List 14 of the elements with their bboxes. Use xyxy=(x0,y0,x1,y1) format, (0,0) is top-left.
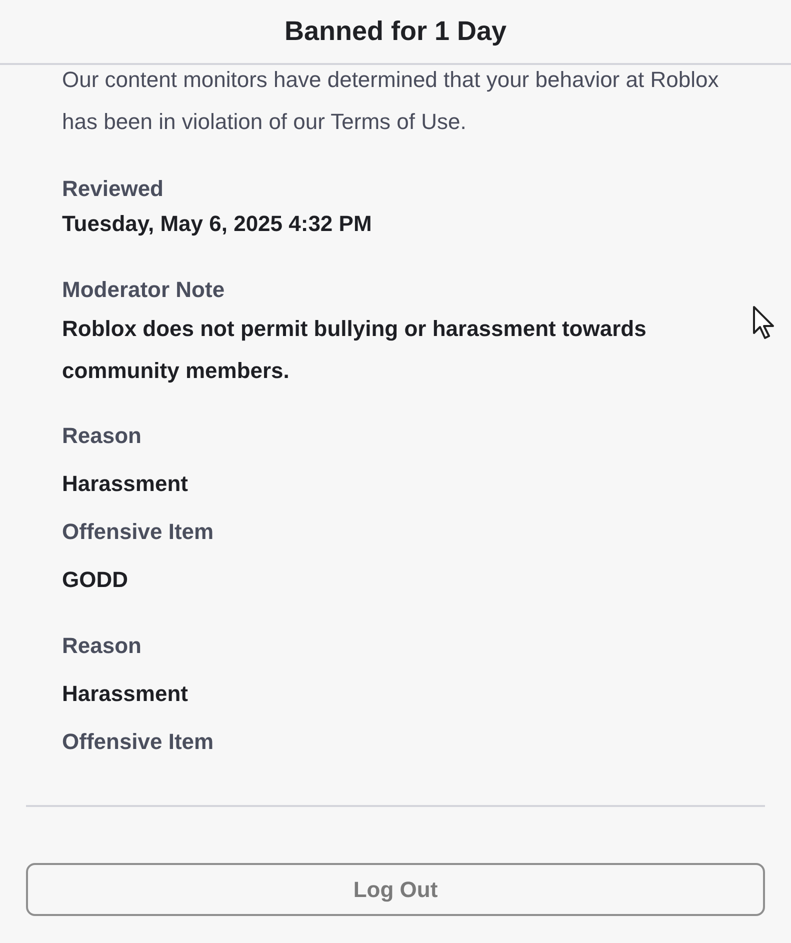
offensive-item-label: Offensive Item xyxy=(62,518,215,546)
reason-label: Reason xyxy=(62,632,142,660)
reason-value: Harassment xyxy=(62,680,189,708)
offensive-item-label: Offensive Item xyxy=(62,728,215,756)
reason-value: Harassment xyxy=(62,470,189,498)
log-out-button[interactable]: Log Out xyxy=(26,863,765,916)
intro-text: Our content monitors have determined that your behavior at Roblox has been in violation of our Terms of Use. xyxy=(62,66,720,136)
moderator-note-text: Roblox does not permit bullying or harassment towards community members. xyxy=(62,315,648,385)
moderator-note-label: Moderator Note xyxy=(62,276,226,304)
offensive-item-value: GODD xyxy=(62,566,129,594)
reviewed-date: Tuesday, May 6, 2025 4:32 PM xyxy=(62,210,373,238)
reviewed-label: Reviewed xyxy=(62,175,164,203)
reason-label: Reason xyxy=(62,422,142,450)
dialog-title: Banned for 1 Day xyxy=(284,16,507,47)
